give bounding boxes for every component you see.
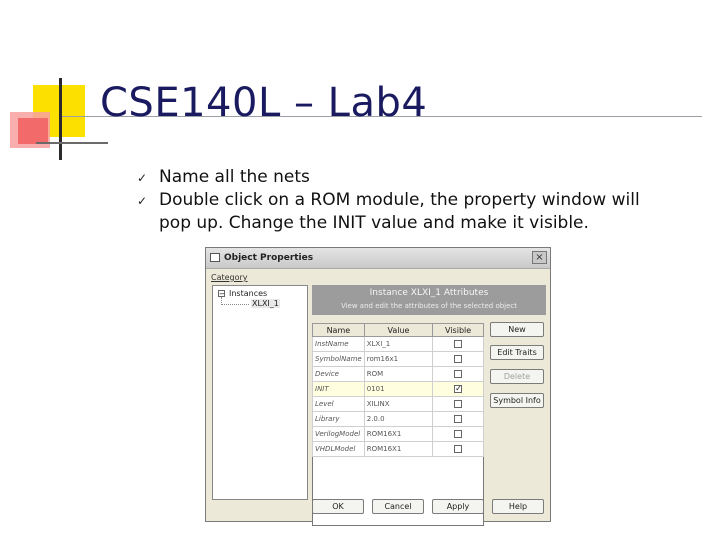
attributes-header-title: Instance XLXI_1 Attributes [369,288,489,298]
category-label: Category [211,273,248,282]
attr-name: SymbolName [312,351,365,367]
visible-cell [432,411,484,427]
cancel-button[interactable]: Cancel [372,499,424,514]
slide-title: CSE140L – Lab4 [100,80,428,126]
table-row[interactable]: VerilogModel ROM16X1 [312,426,484,442]
close-icon[interactable]: × [532,251,547,264]
visible-checkbox[interactable] [454,430,463,438]
help-button[interactable]: Help [492,499,544,514]
attr-name: Library [312,411,365,427]
table-row[interactable]: SymbolName rom16x1 [312,351,484,367]
bullet-text: Double click on a ROM module, the proper… [159,190,640,233]
visible-checkbox[interactable] [454,415,463,423]
visible-cell [432,441,484,457]
attr-name: Level [312,396,365,412]
bullet-item: ✓ Name all the nets [137,166,677,189]
new-button[interactable]: New [490,322,544,337]
visible-checkbox[interactable] [454,340,463,348]
dialog-title: Object Properties [224,253,314,263]
table-row[interactable]: Device ROM [312,366,484,382]
delete-button[interactable]: Delete [490,369,544,384]
visible-checkbox[interactable] [454,370,463,378]
apply-button[interactable]: Apply [432,499,484,514]
attr-value[interactable]: XLXI_1 [363,336,434,352]
visible-checkbox[interactable] [454,355,463,363]
bullet-text: Name all the nets [159,167,310,187]
attr-value[interactable]: XILINX [363,396,434,412]
dialog-titlebar: Object Properties × [206,248,550,269]
visible-checkbox[interactable]: ✓ [454,385,463,393]
collapse-icon[interactable]: − [218,290,225,298]
visible-cell [432,426,484,442]
attributes-header-subtitle: View and edit the attributes of the sele… [340,302,518,310]
attributes-table: Name Value Visible InstName XLXI_1 Symbo… [312,323,484,526]
column-header-name[interactable]: Name [312,323,365,337]
attr-value[interactable]: ROM [363,366,434,382]
column-header-visible[interactable]: Visible [432,323,484,337]
decoration-horizontal-line [36,142,108,144]
column-header-value[interactable]: Value [363,323,434,337]
window-icon [210,253,220,262]
attr-name: Device [312,366,365,382]
table-row[interactable]: Level XILINX [312,396,484,412]
category-tree[interactable]: − Instances XLXI_1 [212,285,308,500]
edit-traits-button[interactable]: Edit Traits [490,345,544,360]
attr-value[interactable]: 0101 [363,381,434,397]
visible-cell [432,336,484,352]
table-row[interactable]: InstName XLXI_1 [312,336,484,352]
table-row[interactable]: VHDLModel ROM16X1 [312,441,484,457]
decoration-red-square [18,118,48,144]
check-icon: ✓ [137,171,148,185]
visible-checkbox[interactable] [454,400,463,408]
attr-name: VerilogModel [312,426,365,442]
attr-name: INIT [312,381,365,397]
table-row[interactable]: INIT 0101 ✓ [312,381,484,397]
symbol-info-button[interactable]: Symbol Info [490,393,544,408]
attr-value[interactable]: 2.0.0 [363,411,434,427]
visible-cell [432,396,484,412]
ok-button[interactable]: OK [312,499,364,514]
bullet-item: ✓ Double click on a ROM module, the prop… [137,189,677,235]
bullet-list: ✓ Name all the nets ✓ Double click on a … [137,166,677,235]
check-icon: ✓ [137,194,148,208]
visible-checkbox[interactable] [454,445,463,453]
tree-connector [221,304,249,306]
object-properties-dialog: Object Properties × Category − Instances… [205,247,551,526]
attr-name: InstName [312,336,365,352]
visible-cell: ✓ [432,381,484,397]
visible-cell [432,351,484,367]
tree-node-instance[interactable]: XLXI_1 [251,299,280,308]
table-header-row: Name Value Visible [312,323,484,337]
decoration-vertical-line [59,78,62,160]
attr-value[interactable]: ROM16X1 [363,441,434,457]
visible-cell [432,366,484,382]
attr-name: VHDLModel [312,441,365,457]
attributes-header: Instance XLXI_1 Attributes View and edit… [312,285,546,315]
attr-value[interactable]: ROM16X1 [363,426,434,442]
table-row[interactable]: Library 2.0.0 [312,411,484,427]
tree-node-instances[interactable]: Instances [229,289,267,298]
attr-value[interactable]: rom16x1 [363,351,434,367]
table-empty-area [313,457,484,526]
